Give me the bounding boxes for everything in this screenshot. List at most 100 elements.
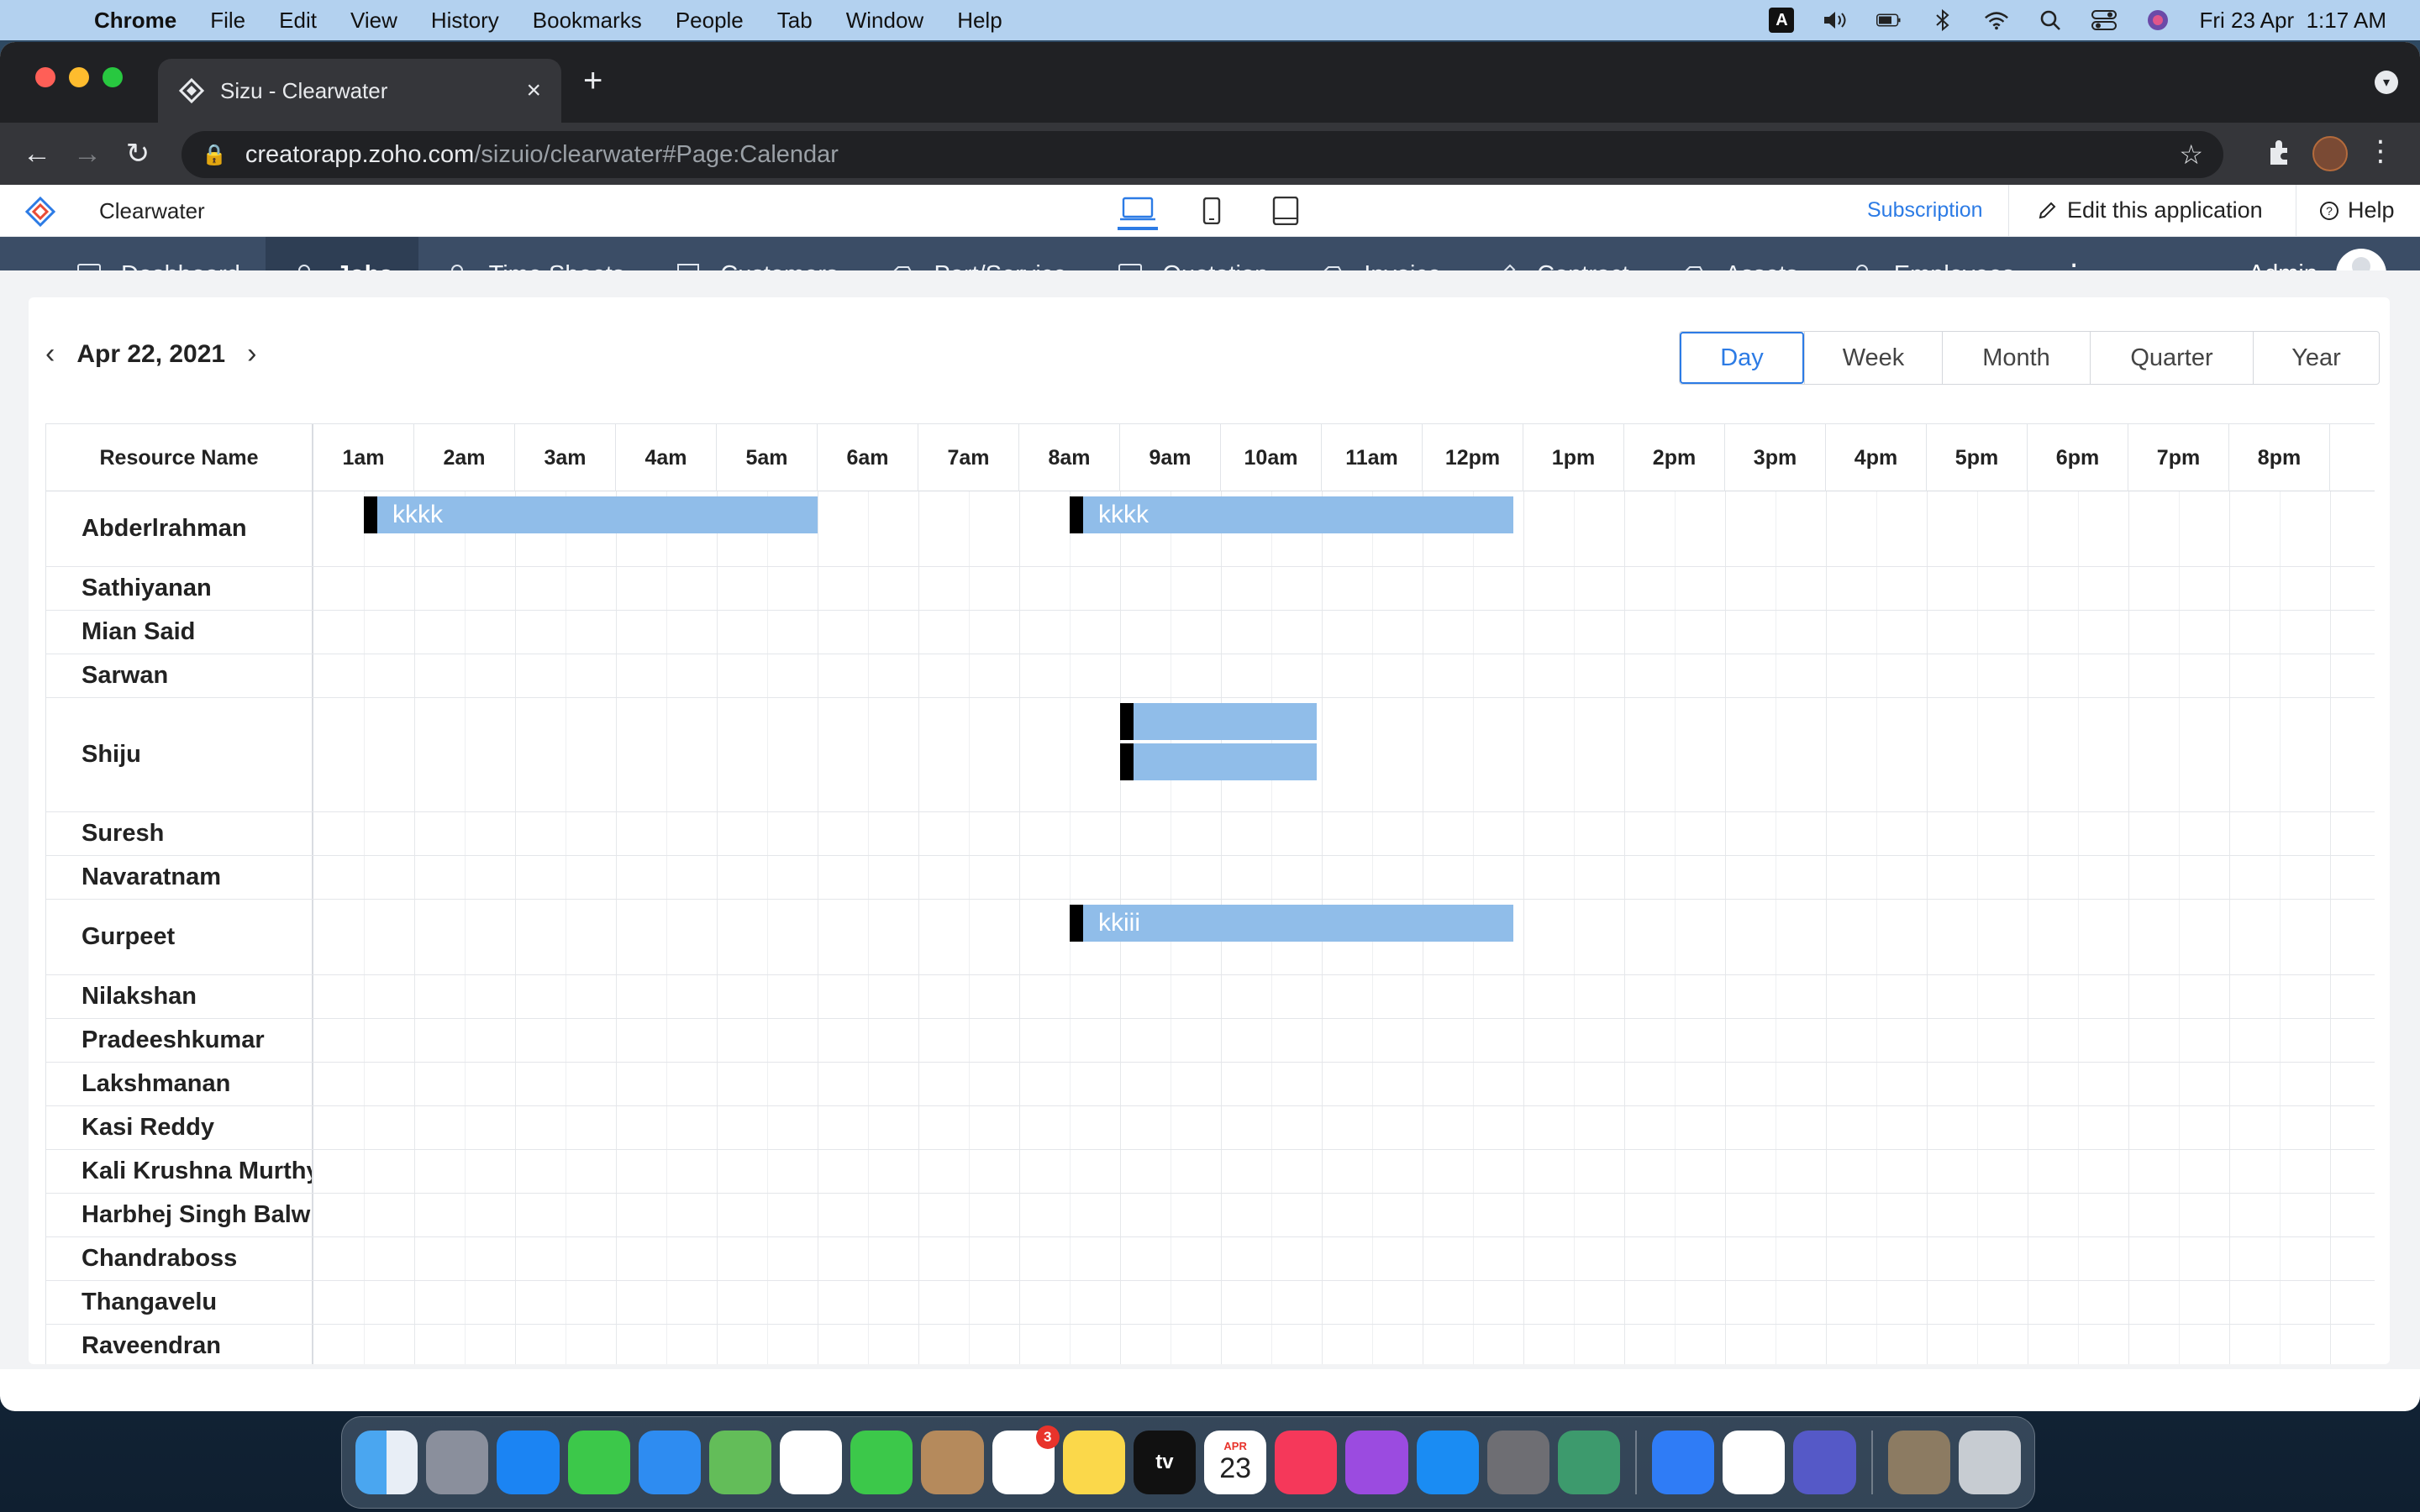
dock-atom-icon[interactable]: [1557, 1431, 1621, 1494]
menu-edit[interactable]: Edit: [279, 8, 317, 34]
zoho-creator-logo-icon[interactable]: [25, 197, 55, 227]
back-icon[interactable]: ←: [12, 138, 62, 171]
mobile-preview-icon[interactable]: [1192, 192, 1232, 230]
resource-row[interactable]: Pradeeshkumar: [46, 1019, 2375, 1063]
siri-icon[interactable]: [2145, 8, 2170, 33]
view-week-button[interactable]: Week: [1804, 332, 1942, 384]
calendar-event[interactable]: kkkk: [364, 496, 818, 533]
dock-safari-icon[interactable]: [497, 1431, 560, 1494]
close-window-button[interactable]: [35, 67, 55, 87]
resource-row[interactable]: Kasi Reddy: [46, 1106, 2375, 1150]
new-tab-icon[interactable]: +: [583, 62, 602, 100]
dock-calendar-icon[interactable]: APR 23: [1204, 1431, 1267, 1494]
extensions-icon[interactable]: [2265, 138, 2294, 173]
resource-row[interactable]: Harbhej Singh Balwinder: [46, 1194, 2375, 1237]
resource-row[interactable]: Kali Krushna Murthy: [46, 1150, 2375, 1194]
dock-messenger-icon[interactable]: [1652, 1431, 1715, 1494]
calendar-event[interactable]: kkiii: [1070, 905, 1513, 942]
edit-application-button[interactable]: Edit this application: [2037, 197, 2263, 223]
tablet-preview-icon[interactable]: [1265, 192, 1306, 230]
resource-row[interactable]: Mian Said: [46, 611, 2375, 654]
dock-launchpad-icon[interactable]: [426, 1431, 489, 1494]
resource-row[interactable]: Thangavelu: [46, 1281, 2375, 1325]
help-circle-icon: ?: [2320, 201, 2338, 220]
tab-search-icon[interactable]: ▾: [2375, 71, 2398, 94]
zoom-window-button[interactable]: [103, 67, 123, 87]
chrome-menu-icon[interactable]: ⋮: [2366, 134, 2395, 168]
input-source-icon[interactable]: A: [1769, 8, 1795, 33]
browser-tab[interactable]: Sizu - Clearwater ×: [158, 59, 561, 123]
dock-music-icon[interactable]: [1275, 1431, 1338, 1494]
dock-podcasts-icon[interactable]: [1345, 1431, 1408, 1494]
menu-bar-clock[interactable]: Fri 23 Apr 1:17 AM: [2199, 8, 2386, 34]
desktop-preview-icon[interactable]: [1118, 192, 1158, 230]
profile-avatar[interactable]: [2312, 136, 2348, 171]
reload-icon[interactable]: ↻: [113, 137, 163, 171]
volume-icon[interactable]: [1823, 8, 1848, 33]
dock-maps-icon[interactable]: [708, 1431, 772, 1494]
spotlight-search-icon[interactable]: [2038, 8, 2063, 33]
date-navigator: ‹ Apr 22, 2021 ›: [45, 338, 256, 370]
control-center-icon[interactable]: [2091, 8, 2118, 33]
help-button[interactable]: ? Help: [2319, 197, 2395, 223]
resource-row[interactable]: Lakshmanan: [46, 1063, 2375, 1106]
dock-preview-icon[interactable]: [1887, 1431, 1950, 1494]
view-month-button[interactable]: Month: [1942, 332, 2090, 384]
resource-row[interactable]: Suresh: [46, 812, 2375, 856]
dock-teams-icon[interactable]: [1793, 1431, 1856, 1494]
bookmark-star-icon[interactable]: ☆: [2179, 139, 2203, 171]
menu-people[interactable]: People: [676, 8, 744, 34]
wifi-icon[interactable]: [1984, 8, 2009, 33]
dock-photos-icon[interactable]: [780, 1431, 843, 1494]
calendar-event[interactable]: [1120, 743, 1317, 780]
resource-row[interactable]: Raveendran: [46, 1325, 2375, 1364]
dock-finder-icon[interactable]: [355, 1431, 418, 1494]
menu-history[interactable]: History: [431, 8, 499, 34]
dock-reminders-icon[interactable]: 3: [992, 1425, 1060, 1494]
view-day-button[interactable]: Day: [1680, 332, 1804, 384]
dock-chrome-icon[interactable]: [1723, 1431, 1786, 1494]
resource-name: Chandraboss: [82, 1245, 238, 1272]
forward-icon[interactable]: →: [62, 138, 113, 171]
close-tab-icon[interactable]: ×: [526, 76, 541, 105]
dock-trash-icon[interactable]: [1958, 1431, 2021, 1494]
next-day-icon[interactable]: ›: [247, 338, 256, 370]
previous-day-icon[interactable]: ‹: [45, 338, 55, 370]
minimize-window-button[interactable]: [69, 67, 89, 87]
calendar-day: 23: [1219, 1452, 1252, 1484]
menu-bookmarks[interactable]: Bookmarks: [533, 8, 642, 34]
menu-app-name[interactable]: Chrome: [94, 8, 176, 34]
dock-notes-icon[interactable]: [1062, 1431, 1125, 1494]
resource-name: Kasi Reddy: [82, 1114, 214, 1141]
lock-icon[interactable]: 🔒: [202, 143, 227, 167]
resource-row[interactable]: Chandraboss: [46, 1237, 2375, 1281]
dock-facetime-icon[interactable]: [850, 1431, 913, 1494]
resource-row[interactable]: Sathiyanan: [46, 567, 2375, 611]
hour-header: 11am: [1322, 424, 1423, 491]
dock-app-store-icon[interactable]: [1416, 1431, 1479, 1494]
dock-tv-icon[interactable]: tv: [1133, 1431, 1197, 1494]
view-quarter-button[interactable]: Quarter: [2090, 332, 2253, 384]
subscription-link[interactable]: Subscription: [1867, 198, 1983, 223]
dock-system-preferences-icon[interactable]: [1486, 1431, 1549, 1494]
menu-tab[interactable]: Tab: [777, 8, 813, 34]
battery-icon[interactable]: [1876, 8, 1902, 33]
resource-row[interactable]: Sarwan: [46, 654, 2375, 698]
menu-help[interactable]: Help: [957, 8, 1002, 34]
menu-file[interactable]: File: [210, 8, 245, 34]
dock-messages-icon[interactable]: [567, 1431, 630, 1494]
resource-row[interactable]: Nilakshan: [46, 975, 2375, 1019]
calendar-event[interactable]: [1120, 703, 1317, 740]
menu-view[interactable]: View: [350, 8, 397, 34]
view-year-button[interactable]: Year: [2253, 332, 2379, 384]
zoho-creator-favicon-icon: [178, 77, 205, 104]
hour-header: 5pm: [1927, 424, 2028, 491]
event-label: kkkk: [392, 501, 443, 528]
calendar-event[interactable]: kkkk: [1070, 496, 1513, 533]
menu-window[interactable]: Window: [846, 8, 923, 34]
dock-mail-icon[interactable]: [638, 1431, 701, 1494]
address-bar[interactable]: 🔒 creatorapp.zoho.com /sizuio/clearwater…: [182, 131, 2223, 178]
resource-row[interactable]: Navaratnam: [46, 856, 2375, 900]
bluetooth-icon[interactable]: [1930, 8, 1955, 33]
dock-contacts-icon[interactable]: [921, 1431, 984, 1494]
